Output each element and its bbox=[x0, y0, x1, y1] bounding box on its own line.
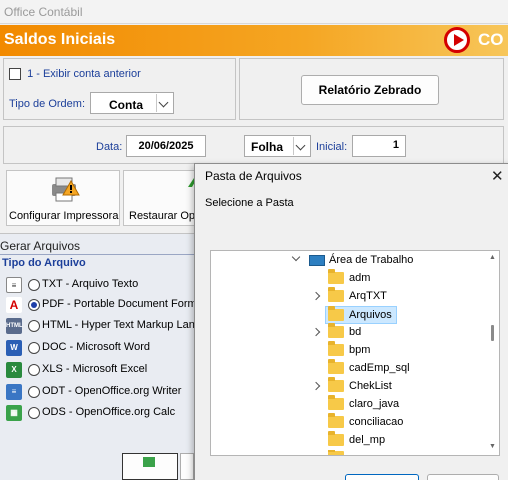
folder-label: bpm bbox=[349, 344, 371, 356]
show-prev-account-checkbox[interactable] bbox=[9, 68, 21, 81]
folder-icon bbox=[328, 413, 344, 428]
printer-setup-button[interactable]: Configurar Impressora bbox=[6, 170, 120, 226]
folder-label: cadEmp_sql bbox=[349, 362, 410, 374]
folder-label: ArqTXT bbox=[349, 290, 387, 302]
tree-scrollbar[interactable]: ▲ ▼ bbox=[485, 251, 499, 455]
file-type-radio[interactable] bbox=[28, 386, 40, 398]
file-type-label: ODT - OpenOffice.org Writer bbox=[42, 385, 182, 397]
odt-file-icon: ≡ bbox=[6, 384, 22, 400]
export-icon bbox=[143, 457, 155, 467]
folder-label: Arquivos bbox=[349, 309, 392, 321]
sheet-select[interactable]: Folha bbox=[244, 135, 311, 157]
page-title: Saldos Iniciais bbox=[4, 31, 116, 48]
report-panel: Relatório Zebrado bbox=[239, 58, 504, 120]
play-icon[interactable] bbox=[444, 27, 470, 53]
folder-item-selected[interactable]: Arquivos bbox=[325, 306, 397, 324]
folder-icon bbox=[328, 341, 344, 356]
show-prev-account-row[interactable]: 1 - Exibir conta anterior bbox=[9, 68, 141, 81]
file-type-label: XLS - Microsoft Excel bbox=[42, 363, 148, 375]
folder-label: adm bbox=[349, 272, 371, 284]
chevron-down-icon[interactable] bbox=[293, 137, 309, 155]
show-prev-account-label[interactable]: 1 - Exibir conta anterior bbox=[27, 68, 141, 80]
excel-file-icon: X bbox=[6, 362, 22, 378]
ods-file-icon: ▦ bbox=[6, 405, 22, 421]
word-file-icon: W bbox=[6, 340, 22, 356]
file-type-label: TXT - Arquivo Texto bbox=[42, 278, 139, 290]
dialog-prompt: Selecione a Pasta bbox=[205, 197, 294, 209]
initial-field[interactable]: 1 bbox=[352, 135, 406, 157]
folder-label: bd bbox=[349, 326, 362, 338]
window-title: Office Contábil bbox=[4, 5, 83, 19]
date-label: Data: bbox=[96, 141, 123, 153]
txt-file-icon: ≡ bbox=[6, 277, 22, 293]
file-type-radio[interactable] bbox=[28, 364, 40, 376]
toolbar-button-partial[interactable] bbox=[180, 453, 194, 480]
folder-label: conciliacao bbox=[349, 416, 404, 428]
chevron-right-icon[interactable] bbox=[311, 327, 321, 337]
file-type-radio[interactable] bbox=[28, 342, 40, 354]
generate-button[interactable] bbox=[122, 453, 178, 480]
folder-item-partial bbox=[328, 450, 344, 455]
folder-icon bbox=[328, 431, 344, 446]
options-panel: 1 - Exibir conta anterior Tipo de Ordem:… bbox=[3, 58, 236, 120]
initial-label: Inicial: bbox=[316, 141, 348, 153]
generate-files-title: Gerar Arquivos bbox=[0, 239, 81, 253]
folder-icon bbox=[328, 269, 344, 284]
folder-icon bbox=[328, 395, 344, 410]
order-type-select[interactable]: Conta bbox=[90, 92, 174, 114]
order-type-value: Conta bbox=[109, 98, 143, 112]
file-type-label: PDF - Portable Document Forma bbox=[42, 298, 203, 310]
date-panel: Data: 20/06/2025 Folha Inicial: 1 bbox=[3, 126, 504, 164]
scrollbar-thumb[interactable] bbox=[491, 325, 494, 341]
tree-root-label: Área de Trabalho bbox=[329, 254, 414, 266]
generate-files-panel: Gerar Arquivos Tipo do Arquivo bbox=[0, 233, 200, 480]
restore-options-button[interactable]: Restaurar Op bbox=[123, 170, 203, 226]
brand-logo-text: CO bbox=[478, 30, 504, 49]
title-bar: Office Contábil bbox=[0, 0, 508, 24]
folder-icon bbox=[328, 323, 344, 338]
folder-label: claro_java bbox=[349, 398, 400, 410]
printer-setup-label: Configurar Impressora bbox=[9, 210, 119, 222]
pdf-file-icon: A bbox=[6, 297, 22, 313]
folder-icon bbox=[328, 287, 344, 302]
folder-icon bbox=[328, 450, 344, 455]
dialog-title: Pasta de Arquivos bbox=[205, 169, 302, 183]
cancel-button[interactable] bbox=[427, 474, 499, 480]
file-type-label: DOC - Microsoft Word bbox=[42, 341, 150, 353]
desktop-icon bbox=[309, 255, 325, 266]
divider bbox=[0, 254, 200, 255]
chevron-down-icon[interactable] bbox=[291, 252, 301, 262]
chevron-right-icon[interactable] bbox=[311, 291, 321, 301]
chevron-down-icon[interactable] bbox=[156, 94, 172, 112]
file-type-label: ODS - OpenOffice.org Calc bbox=[42, 406, 176, 418]
zebra-report-button[interactable]: Relatório Zebrado bbox=[301, 75, 439, 105]
folder-icon bbox=[328, 306, 344, 321]
folder-tree[interactable]: Área de Trabalho adm ArqTXT Arquivos bd … bbox=[210, 250, 500, 456]
restore-options-label: Restaurar Op bbox=[129, 210, 196, 222]
file-type-radio[interactable] bbox=[28, 320, 40, 332]
chevron-right-icon[interactable] bbox=[311, 381, 321, 391]
file-type-title: Tipo do Arquivo bbox=[2, 257, 86, 269]
printer-icon bbox=[52, 177, 80, 202]
scroll-down-icon[interactable]: ▼ bbox=[489, 443, 496, 450]
html-file-icon: HTML bbox=[6, 318, 23, 334]
folder-label: ChekList bbox=[349, 380, 392, 392]
ok-button[interactable] bbox=[345, 474, 419, 480]
file-type-radio[interactable] bbox=[28, 407, 40, 419]
file-type-radio[interactable] bbox=[28, 299, 40, 311]
folder-icon bbox=[328, 377, 344, 392]
file-type-radio[interactable] bbox=[28, 279, 40, 291]
file-type-label: HTML - Hyper Text Markup Lang bbox=[42, 319, 201, 331]
date-field[interactable]: 20/06/2025 bbox=[126, 135, 206, 157]
header-banner: Saldos Iniciais CO bbox=[0, 25, 508, 56]
folder-dialog: Pasta de Arquivos ✕ Selecione a Pasta Ár… bbox=[194, 163, 508, 480]
sheet-value: Folha bbox=[251, 140, 283, 154]
folder-icon bbox=[328, 359, 344, 374]
order-type-label: Tipo de Ordem: bbox=[9, 98, 86, 110]
close-icon[interactable]: ✕ bbox=[491, 167, 504, 185]
scroll-up-icon[interactable]: ▲ bbox=[489, 254, 496, 261]
folder-label: del_mp bbox=[349, 434, 386, 446]
